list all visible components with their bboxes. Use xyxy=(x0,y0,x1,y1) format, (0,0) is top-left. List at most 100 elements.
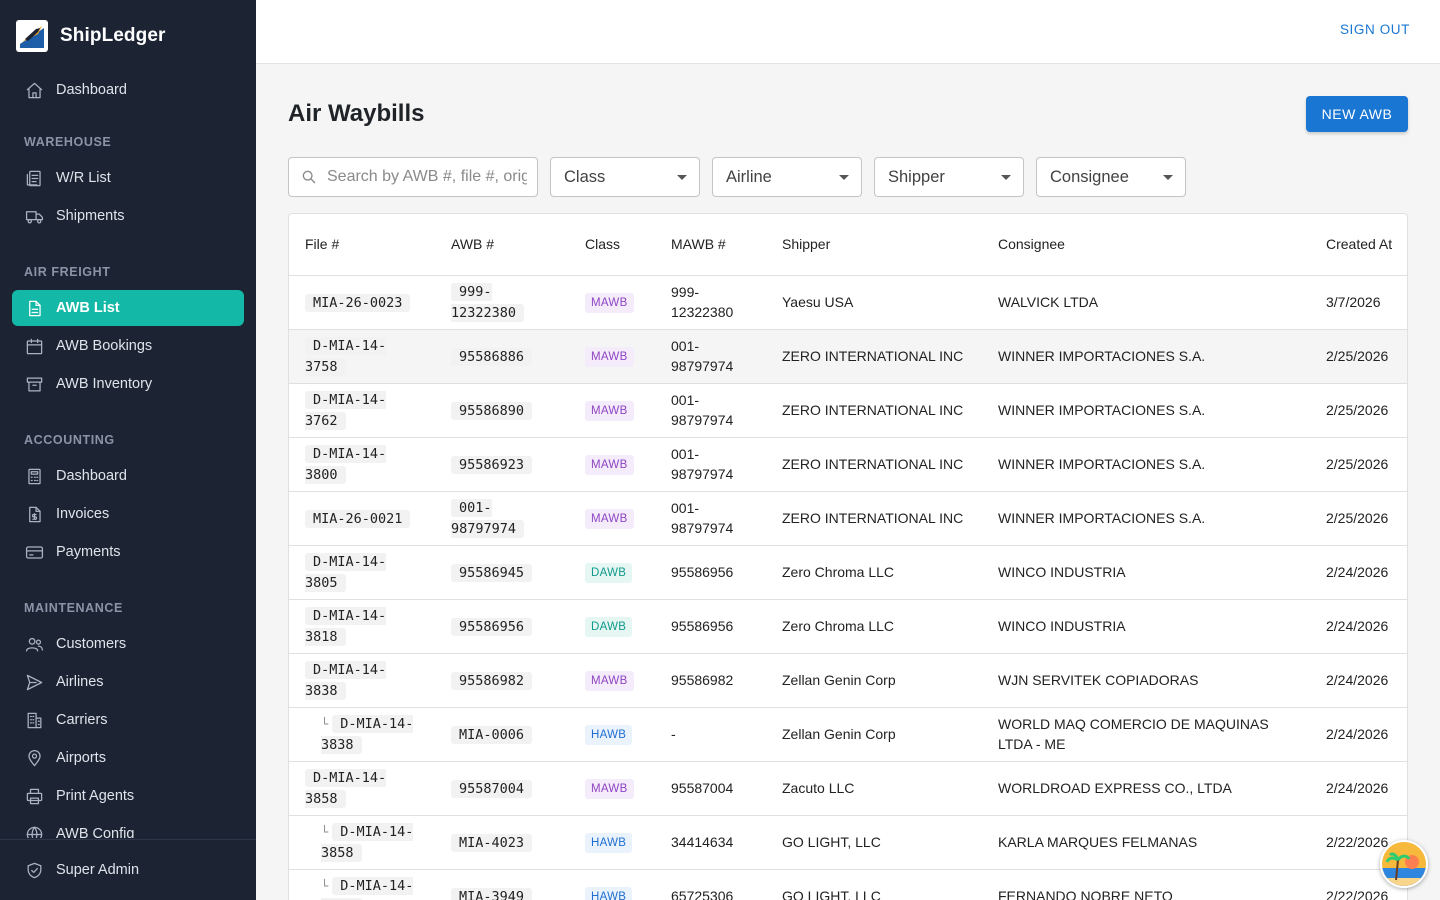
awb-number[interactable]: 95586923 xyxy=(451,455,533,474)
class-badge: DAWB xyxy=(585,563,633,583)
shipper-filter-select[interactable]: Shipper xyxy=(874,157,1024,197)
file-number[interactable]: D-MIA-14-3858 xyxy=(321,877,414,900)
column-header-awb[interactable]: AWB # xyxy=(435,214,569,276)
search-box[interactable] xyxy=(288,157,538,197)
sidebar-item-label: Super Admin xyxy=(56,862,140,878)
file-number[interactable]: MIA-26-0023 xyxy=(305,293,411,312)
sidebar-item-wr-list[interactable]: W/R List xyxy=(12,160,244,196)
table-row[interactable]: D-MIA-14-3818 95586956 DAWB 95586956 Zero Ch… xyxy=(289,599,1407,653)
file-number[interactable]: D-MIA-14-3858 xyxy=(305,769,387,808)
created-cell: 2/25/2026 xyxy=(1326,402,1389,418)
file-number[interactable]: D-MIA-14-3805 xyxy=(305,553,387,592)
created-cell: 2/24/2026 xyxy=(1326,618,1389,634)
awb-number[interactable]: MIA-4023 xyxy=(451,833,533,852)
consignee-filter-select[interactable]: Consignee xyxy=(1036,157,1186,197)
tree-branch-icon: └ xyxy=(321,825,329,839)
airline-filter-select[interactable]: Airline xyxy=(712,157,862,197)
document-icon xyxy=(24,298,44,318)
mawb-cell: - xyxy=(671,726,676,742)
consignee-cell: WALVICK LTDA xyxy=(998,294,1099,310)
sidebar-item-airlines[interactable]: Airlines xyxy=(12,664,244,700)
awb-number[interactable]: 95586945 xyxy=(451,563,533,582)
awb-number[interactable]: 95586890 xyxy=(451,401,533,420)
table-row[interactable]: └D-MIA-14-3858 MIA-3949 HAWB 65725306 GO LIG… xyxy=(289,869,1407,900)
mawb-cell: 65725306 xyxy=(671,888,734,900)
mawb-cell: 001-98797974 xyxy=(671,338,734,374)
table-row[interactable]: └ D-MIA-14-3858 MIA-4023 HAWB 34414634 GO LIG… xyxy=(289,815,1407,869)
brand[interactable]: ShipLedger xyxy=(16,20,166,52)
file-cell: └D-MIA-14-3858 xyxy=(289,869,435,900)
column-header-shipper[interactable]: Shipper xyxy=(766,214,982,276)
column-header-mawb[interactable]: MAWB # xyxy=(655,214,766,276)
nav-section-air-freight: AIR FREIGHT xyxy=(24,265,111,279)
sidebar-item-shipments[interactable]: Shipments xyxy=(12,198,244,234)
brand-logo-icon xyxy=(16,20,48,52)
sign-out-button[interactable]: SIGN OUT xyxy=(1340,22,1410,37)
table-row[interactable]: D-MIA-14-3762 95586890 MAWB 001-98797974 ZER… xyxy=(289,383,1407,437)
file-number[interactable]: D-MIA-14-3758 xyxy=(305,337,387,376)
file-number[interactable]: D-MIA-14-3858 xyxy=(321,823,414,862)
caret-down-icon xyxy=(1163,175,1173,180)
awb-number[interactable]: MIA-3949 xyxy=(451,887,533,900)
column-header-file[interactable]: File # xyxy=(289,214,435,276)
consignee-cell: KARLA MARQUES FELMANAS xyxy=(998,834,1198,850)
sidebar-item-awb-list[interactable]: AWB List xyxy=(12,290,244,326)
awb-number[interactable]: 95586982 xyxy=(451,671,533,690)
column-header-class[interactable]: Class xyxy=(569,214,655,276)
sidebar-item-awb-bookings[interactable]: AWB Bookings xyxy=(12,328,244,364)
sidebar-item-dashboard[interactable]: Dashboard xyxy=(12,72,244,108)
sidebar-item-carriers[interactable]: Carriers xyxy=(12,702,244,738)
file-number[interactable]: D-MIA-14-3800 xyxy=(305,445,387,484)
sidebar-item-invoices[interactable]: Invoices xyxy=(12,496,244,532)
send-icon xyxy=(24,672,44,692)
file-number[interactable]: D-MIA-14-3838 xyxy=(321,715,414,754)
awb-number[interactable]: 95586886 xyxy=(451,347,533,366)
awb-number[interactable]: 999-12322380 xyxy=(451,283,525,322)
awb-cell: 95586945 xyxy=(435,545,569,599)
table-row[interactable]: D-MIA-14-3858 95587004 MAWB 95587004 Zacuto … xyxy=(289,761,1407,815)
class-badge: MAWB xyxy=(585,293,634,313)
sidebar-item-awb-inventory[interactable]: AWB Inventory xyxy=(12,366,244,402)
created-cell: 2/25/2026 xyxy=(1326,456,1389,472)
tree-branch-icon: └ xyxy=(321,717,329,731)
class-filter-select[interactable]: Class xyxy=(550,157,700,197)
sidebar-item-payments[interactable]: Payments xyxy=(12,534,244,570)
class-cell: HAWB xyxy=(569,869,655,900)
class-cell: DAWB xyxy=(569,599,655,653)
sidebar-item-label: AWB List xyxy=(56,300,120,316)
awb-number[interactable]: MIA-0006 xyxy=(451,725,533,744)
sidebar-item-awb-config[interactable]: AWB Config xyxy=(12,816,244,838)
awb-number[interactable]: 95587004 xyxy=(451,779,533,798)
sidebar-item-airports[interactable]: Airports xyxy=(12,740,244,776)
table-row[interactable]: D-MIA-14-3805 95586945 DAWB 95586956 Zero Ch… xyxy=(289,545,1407,599)
table-row[interactable]: MIA-26-0021 001-98797974 MAWB 001-98797974 Z… xyxy=(289,491,1407,545)
file-number[interactable]: D-MIA-14-3818 xyxy=(305,607,387,646)
archive-icon xyxy=(24,374,44,394)
shipper-cell: GO LIGHT, LLC xyxy=(782,888,881,900)
sidebar-footer: Super Admin xyxy=(0,839,256,900)
table-row[interactable]: D-MIA-14-3800 95586923 MAWB 001-98797974 ZER… xyxy=(289,437,1407,491)
new-awb-button[interactable]: NEW AWB xyxy=(1306,96,1408,132)
awb-number[interactable]: 95586956 xyxy=(451,617,533,636)
column-header-created[interactable]: Created At xyxy=(1310,214,1407,276)
file-number[interactable]: MIA-26-0021 xyxy=(305,509,411,528)
sidebar-item-accounting-dashboard[interactable]: Dashboard xyxy=(12,458,244,494)
sidebar-item-customers[interactable]: Customers xyxy=(12,626,244,662)
sidebar-item-print-agents[interactable]: Print Agents xyxy=(12,778,244,814)
credit-card-icon xyxy=(24,542,44,562)
avatar[interactable] xyxy=(1380,840,1428,888)
file-number[interactable]: D-MIA-14-3838 xyxy=(305,661,387,700)
table-row[interactable]: D-MIA-14-3758 95586886 MAWB 001-98797974 ZER… xyxy=(289,329,1407,383)
awb-number[interactable]: 001-98797974 xyxy=(451,499,525,538)
shield-icon xyxy=(24,860,44,880)
table-row[interactable]: MIA-26-0023 999-12322380 MAWB 999-12322380 Y… xyxy=(289,275,1407,329)
table-row[interactable]: └ D-MIA-14-3838 MIA-0006 HAWB - Zellan Genin … xyxy=(289,707,1407,761)
search-input[interactable] xyxy=(327,168,527,186)
table-row[interactable]: D-MIA-14-3838 95586982 MAWB 95586982 Zellan … xyxy=(289,653,1407,707)
sidebar-item-label: Airports xyxy=(56,750,106,766)
file-number[interactable]: D-MIA-14-3762 xyxy=(305,391,387,430)
sidebar-item-super-admin[interactable]: Super Admin xyxy=(12,852,244,888)
receipt-icon xyxy=(24,168,44,188)
column-header-consignee[interactable]: Consignee xyxy=(982,214,1310,276)
sidebar: ShipLedger Dashboard WAREHOUSE W/R List … xyxy=(0,0,256,900)
